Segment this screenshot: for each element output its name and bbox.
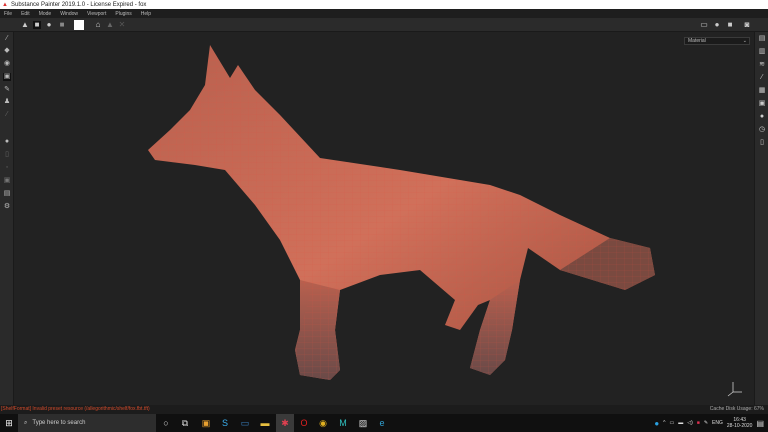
settings-icon[interactable]: ⚙ — [3, 203, 11, 211]
display-settings-icon[interactable]: ▣ — [758, 100, 766, 108]
file-explorer-icon[interactable]: ▬ — [260, 418, 270, 428]
menu-window[interactable]: Window — [60, 11, 78, 17]
windows-start-icon[interactable]: ⊞ — [4, 418, 14, 428]
bake-icon[interactable]: ● — [3, 138, 11, 146]
search-placeholder: Type here to search — [32, 420, 86, 426]
chrome-icon[interactable]: ◉ — [318, 418, 328, 428]
screenshot-camera-icon[interactable]: ◙ — [743, 21, 751, 29]
image-icon[interactable]: ▣ — [3, 177, 11, 185]
photos-icon[interactable]: ▨ — [358, 418, 368, 428]
axis-gizmo — [727, 382, 742, 397]
left-tools-bar: ⁄ ◆ ◉ ▣ ✎ ♟ ⁄ ● ▯ ◦ ▣ ▤ ⚙ — [0, 32, 14, 405]
fill-icon[interactable]: ▲ — [106, 21, 114, 29]
picker-icon[interactable]: ⁄ — [3, 111, 11, 119]
status-bar: [ShelfFormat] Invalid preset resource (/… — [0, 405, 768, 414]
taskbar-search[interactable]: ⌕ Type here to search — [18, 414, 156, 432]
menu-mode[interactable]: Mode — [39, 11, 52, 17]
volume-icon[interactable]: ◁) — [687, 420, 693, 426]
symmetry-icon[interactable]: ▲ — [21, 21, 29, 29]
tray-app-icon[interactable]: ■ — [697, 420, 700, 426]
clone-icon[interactable]: ♟ — [3, 98, 11, 106]
title-bar: ▲ Substance Painter 2019.1.0 - License E… — [0, 0, 768, 9]
clock[interactable]: 16:43 28-10-2020 — [727, 417, 753, 429]
light-icon[interactable]: ● — [713, 21, 721, 29]
search-icon: ⌕ — [24, 419, 28, 426]
notification-app-icon[interactable]: ● — [654, 419, 659, 428]
properties-icon[interactable]: ⁄ — [758, 74, 766, 82]
folder-icon[interactable]: ▭ — [700, 21, 708, 29]
color-swatch[interactable] — [74, 20, 84, 30]
toolbar: ▲ ■ ● ■ ⌂ ▲ ✕ ▭ ● ■ ◙ — [0, 18, 768, 32]
menu-file[interactable]: File — [4, 11, 12, 17]
layer-icon[interactable]: ▯ — [3, 151, 11, 159]
video-icon[interactable]: ■ — [726, 21, 734, 29]
menu-plugins[interactable]: Plugins — [115, 11, 131, 17]
shelf-icon[interactable]: ▦ — [758, 87, 766, 95]
language-indicator[interactable]: ENG — [712, 420, 723, 426]
pen-icon[interactable]: ✎ — [704, 420, 708, 426]
texture-set-list-icon[interactable]: ▤ — [758, 35, 766, 43]
app-s-icon[interactable]: S — [220, 418, 230, 428]
layers-icon[interactable]: ≋ — [758, 61, 766, 69]
menu-viewport[interactable]: Viewport — [87, 11, 106, 17]
smudge-icon[interactable]: ✎ — [3, 86, 11, 94]
cortana-icon[interactable]: ○ — [161, 418, 171, 428]
eraser-icon[interactable]: ◆ — [3, 47, 11, 55]
material-icon[interactable]: ◦ — [3, 164, 11, 172]
battery-icon[interactable]: ▬ — [678, 420, 683, 426]
brush-square-icon[interactable]: ■ — [33, 21, 41, 29]
history-icon[interactable]: ◷ — [758, 126, 766, 134]
opera-icon[interactable]: O — [299, 418, 309, 428]
snap-icon[interactable]: ✕ — [118, 21, 126, 29]
task-view-icon[interactable]: ⧉ — [180, 418, 190, 428]
sphere-icon[interactable]: ● — [45, 21, 53, 29]
window-title: Substance Painter 2019.1.0 - License Exp… — [11, 1, 147, 8]
3d-viewport[interactable] — [14, 32, 754, 405]
app-logo-icon: ▲ — [2, 1, 8, 8]
camera-mode-icon[interactable]: ⌂ — [94, 21, 102, 29]
log-icon[interactable]: ▯ — [758, 139, 766, 147]
edge-icon[interactable]: e — [377, 418, 387, 428]
cache-usage: Cache Disk Usage: 67% — [709, 406, 764, 412]
mail-icon[interactable]: ▭ — [240, 418, 250, 428]
texture-set-settings-icon[interactable]: ▥ — [758, 48, 766, 56]
action-center-icon[interactable]: ▤ — [756, 419, 764, 428]
error-message[interactable]: [ShelfFormat] Invalid preset resource (/… — [1, 405, 150, 414]
fox-body — [148, 45, 655, 380]
menu-help[interactable]: Help — [141, 11, 151, 17]
projection-icon[interactable]: ◉ — [3, 60, 11, 68]
polygon-fill-icon[interactable]: ▣ — [3, 73, 11, 81]
menu-bar: File Edit Mode Window Viewport Plugins H… — [0, 9, 768, 18]
document-icon[interactable]: ▤ — [3, 190, 11, 198]
right-panels-bar: ▤ ▥ ≋ ⁄ ▦ ▣ ● ◷ ▯ — [754, 32, 768, 405]
menu-edit[interactable]: Edit — [21, 11, 30, 17]
fox-model — [148, 45, 742, 397]
network-icon[interactable]: ▭ — [670, 420, 675, 426]
paint-brush-icon[interactable]: ⁄ — [3, 35, 11, 43]
tray-chevron-icon[interactable]: ^ — [663, 420, 665, 426]
taskbar: ⊞ ⌕ Type here to search ○ ⧉ ▣ S ▭ ▬ ✱ O … — [0, 414, 768, 432]
viewport-mode-select[interactable]: Material ⌄ — [684, 37, 750, 45]
clock-date: 28-10-2020 — [726, 423, 753, 429]
store-icon[interactable]: ▣ — [201, 418, 211, 428]
chevron-down-icon: ⌄ — [742, 38, 747, 44]
texture-icon[interactable]: ■ — [58, 21, 66, 29]
app-m-icon[interactable]: M — [338, 418, 348, 428]
viewport-mode-value: Material — [688, 38, 706, 44]
shader-settings-icon[interactable]: ● — [758, 113, 766, 121]
system-tray: ● ^ ▭ ▬ ◁) ■ ✎ ENG 16:43 28-10-2020 ▤ — [654, 414, 768, 432]
substance-painter-taskbar-icon[interactable]: ✱ — [276, 414, 294, 432]
